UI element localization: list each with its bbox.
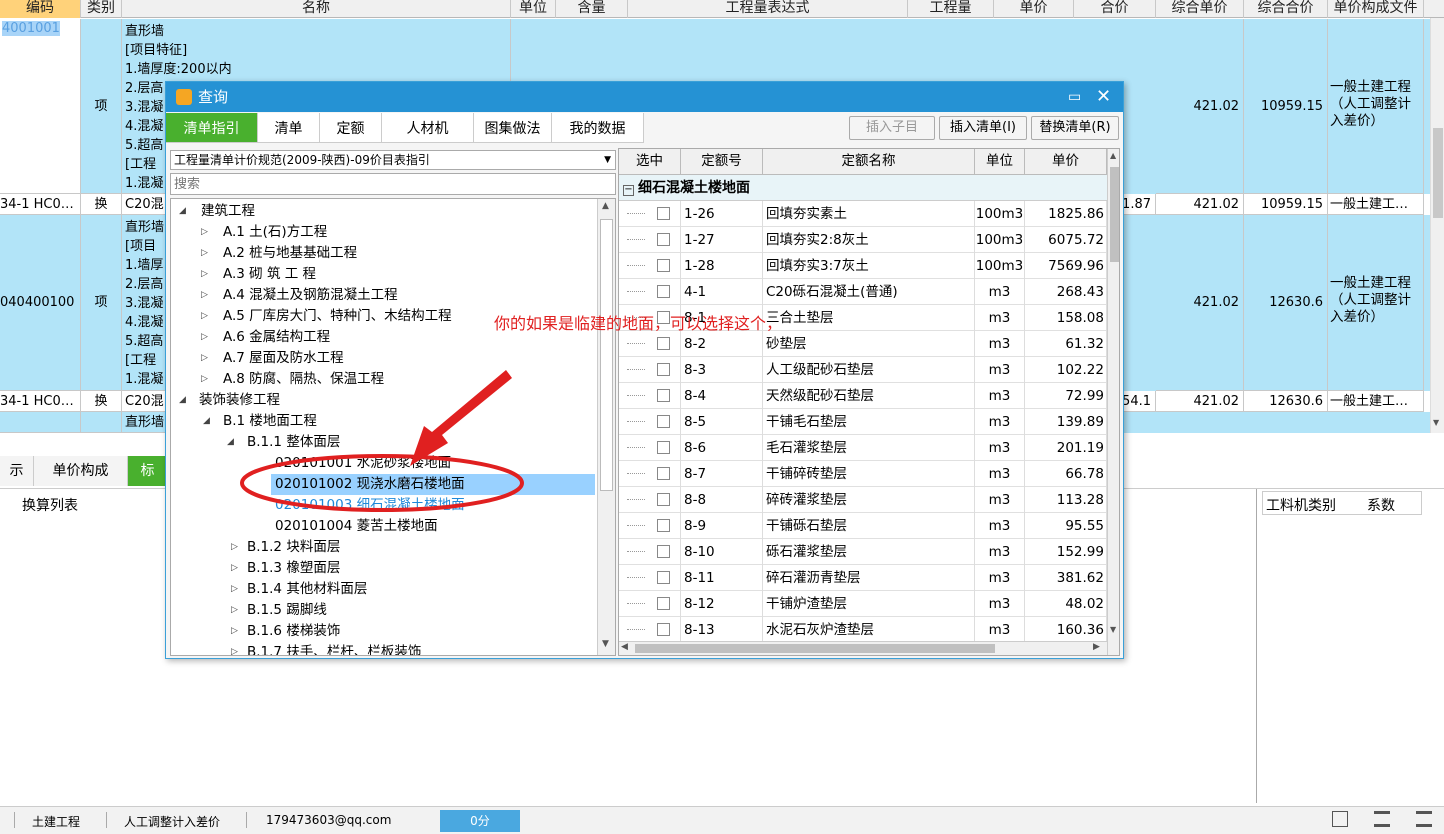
annotation-arrow	[410, 370, 512, 466]
highlight-ellipse	[240, 454, 524, 512]
annotation-text: 你的如果是临建的地面，可以选择这个，	[494, 314, 783, 333]
annotation-overlay	[240, 370, 524, 512]
